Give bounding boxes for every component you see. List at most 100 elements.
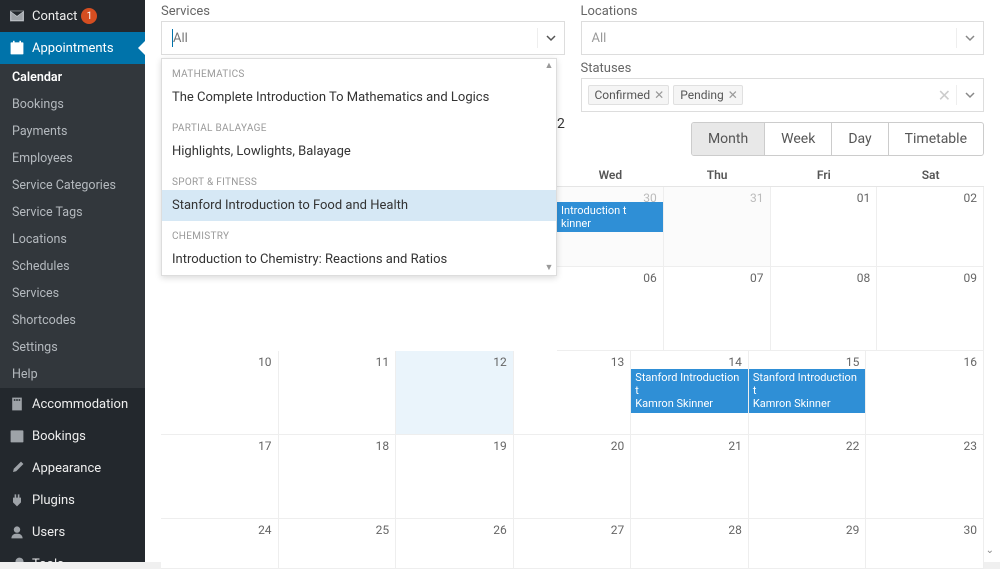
locations-select[interactable]: All [581,21,985,55]
statuses-filter: Statuses Confirmed✕ Pending✕ ✕ [581,61,985,112]
services-label: Services [161,4,565,19]
sidebar-item-plugins[interactable]: Plugins [0,484,145,516]
calendar-header: Wed Thu Fri Sat [557,164,984,187]
dropdown-item[interactable]: Stanford Introduction to Food and Health [162,190,556,221]
sidebar-item-tools[interactable]: Tools [0,548,145,562]
tab-timetable[interactable]: Timetable [889,123,983,155]
submenu-settings[interactable]: Settings [0,334,145,361]
user-icon [8,523,26,541]
dropdown-item[interactable]: The Complete Introduction To Mathematics… [162,82,556,113]
tab-week[interactable]: Week [765,123,832,155]
calendar-cell[interactable]: 13 [514,351,632,435]
scroll-down-icon[interactable]: ▼ [545,262,554,274]
dropdown-group: Chemistry [162,221,556,244]
wrench-icon [8,555,26,562]
submenu-help[interactable]: Help [0,361,145,388]
calendar-cell[interactable]: 30 Introduction tkinner [557,187,664,267]
brush-icon [8,459,26,477]
calendar-row: 17 18 19 20 21 22 23 [161,435,984,519]
submenu-employees[interactable]: Employees [0,145,145,172]
main-content: Services Locations All . Statuses Confir… [145,0,1000,562]
appointments-submenu: Calendar Bookings Payments Employees Ser… [0,64,145,388]
submenu-bookings[interactable]: Bookings [0,91,145,118]
dropdown-scrollbar[interactable]: ▲▼ [543,60,555,274]
calendar-cell[interactable]: 18 [279,435,397,519]
statuses-label: Statuses [581,61,985,76]
sidebar-item-contact[interactable]: Contact 1 [0,0,145,32]
submenu-payments[interactable]: Payments [0,118,145,145]
dropdown-item[interactable]: Introduction to Chemistry: Reactions and… [162,244,556,275]
remove-tag-icon[interactable]: ✕ [654,88,664,102]
services-select[interactable] [161,21,565,55]
submenu-schedules[interactable]: Schedules [0,253,145,280]
dropdown-group: Sport & Fitness [162,167,556,190]
sidebar-item-appointments[interactable]: Appointments [0,32,145,64]
calendar-cell[interactable]: 23 [866,435,984,519]
calendar-cell[interactable]: 15 Stanford Introduction tKamron Skinner [749,351,867,435]
collapse-icon[interactable]: ⌄ [986,545,994,556]
day-header: Thu [664,164,771,186]
statuses-select[interactable]: Confirmed✕ Pending✕ ✕ [581,78,985,112]
services-dropdown[interactable]: Mathematics The Complete Introduction To… [161,58,557,276]
plug-icon [8,491,26,509]
calendar-cell[interactable]: 01 [771,187,878,267]
submenu-calendar[interactable]: Calendar [0,64,145,91]
day-header: Fri [771,164,878,186]
sidebar-item-users[interactable]: Users [0,516,145,548]
dropdown-group: Mathematics [162,59,556,82]
sidebar-item-appearance[interactable]: Appearance [0,452,145,484]
submenu-service-categories[interactable]: Service Categories [0,172,145,199]
calendar-cell[interactable]: 06 [557,267,664,351]
services-input[interactable] [173,31,554,46]
locations-filter: Locations All [581,4,985,55]
calendar-cell[interactable]: 22 [749,435,867,519]
submenu-locations[interactable]: Locations [0,226,145,253]
submenu-shortcodes[interactable]: Shortcodes [0,307,145,334]
calendar-event[interactable]: Stanford Introduction tKamron Skinner [749,369,866,413]
view-tabs: Month Week Day Timetable [691,122,984,156]
calendar-cell[interactable]: 31 [664,187,771,267]
sidebar-item-accommodation[interactable]: Accommodation [0,388,145,420]
day-header: Wed [557,164,664,186]
tab-day[interactable]: Day [832,123,888,155]
sidebar-item-bookings[interactable]: Bookings [0,420,145,452]
partial-text: 2 [557,116,565,132]
calendar-cell[interactable]: 07 [664,267,771,351]
tab-month[interactable]: Month [692,123,765,155]
clear-all-icon[interactable]: ✕ [938,86,951,105]
calendar-event[interactable]: Introduction tkinner [557,202,663,232]
remove-tag-icon[interactable]: ✕ [728,88,738,102]
calendar-event[interactable]: Stanford Introduction tKamron Skinner [631,369,748,413]
calendar-cell[interactable]: 11 [279,351,397,435]
calendar-row: 30 Introduction tkinner 31 01 02 [557,187,984,267]
calendar-cell[interactable]: 08 [771,267,878,351]
calendar-cell[interactable]: 19 [396,435,514,519]
sidebar-label: Contact [32,9,77,24]
calendar-cell[interactable]: 02 [877,187,984,267]
filters-row: Services Locations All [145,0,1000,55]
contact-badge: 1 [81,8,97,24]
sidebar-label: Plugins [32,493,75,508]
dropdown-item[interactable]: Highlights, Lowlights, Balayage [162,136,556,167]
scroll-up-icon[interactable]: ▲ [545,60,554,72]
calendar-cell[interactable]: 10 [161,351,279,435]
calendar-cell[interactable]: 17 [161,435,279,519]
chevron-down-icon[interactable] [956,28,975,48]
submenu-service-tags[interactable]: Service Tags [0,199,145,226]
calendar-cell[interactable]: 09 [877,267,984,351]
calendar-cell[interactable]: 14 Stanford Introduction tKamron Skinner [631,351,749,435]
calendar-cell-today[interactable]: 12 [396,351,514,435]
admin-sidebar: Contact 1 Appointments Calendar Bookings… [0,0,145,562]
calendar-cell[interactable]: 16 [866,351,984,435]
sidebar-label: Bookings [32,429,86,444]
submenu-services[interactable]: Services [0,280,145,307]
chevron-down-icon[interactable] [956,85,975,105]
sidebar-label: Tools [32,557,64,563]
calendar-cell[interactable]: 21 [631,435,749,519]
chevron-down-icon[interactable] [537,28,556,48]
day-header: Sat [877,164,984,186]
locations-label: Locations [581,4,985,19]
sidebar-label: Users [32,525,65,540]
calendar-cell[interactable]: 20 [514,435,632,519]
mail-icon [8,7,26,25]
